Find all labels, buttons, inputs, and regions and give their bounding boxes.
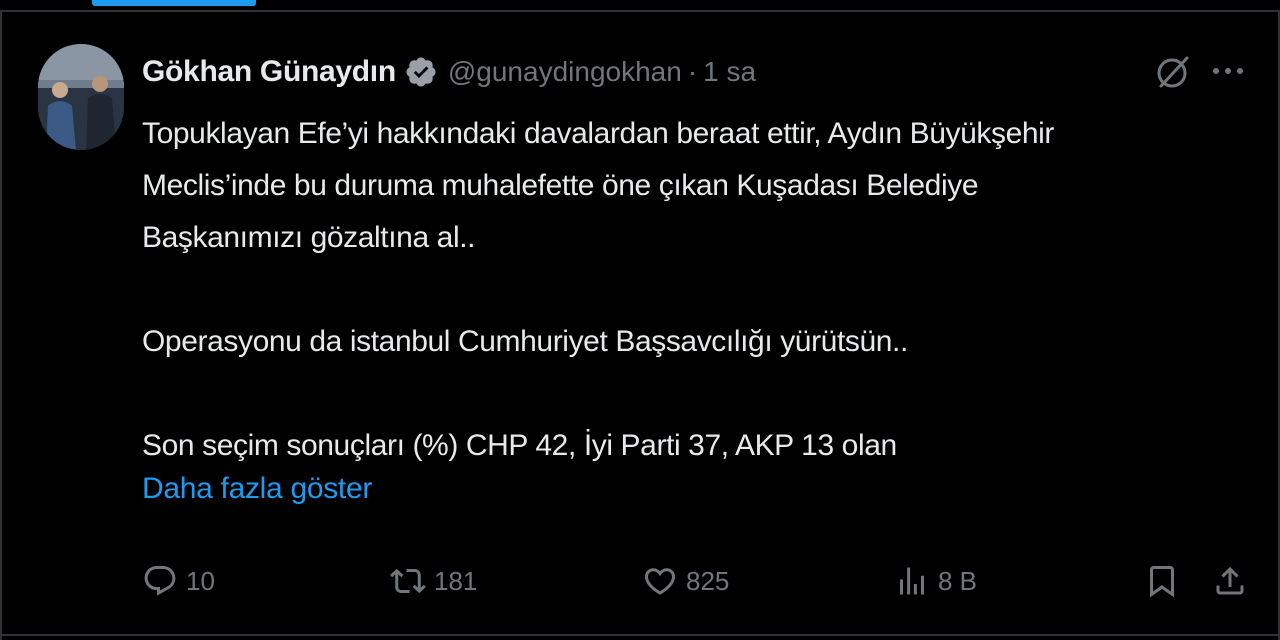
repost-button[interactable]: 181 [390, 556, 477, 606]
bookmark-icon [1150, 566, 1174, 598]
share-button[interactable] [1212, 556, 1248, 606]
active-tab-indicator [92, 0, 256, 6]
reply-count: 10 [186, 565, 215, 596]
author-name[interactable]: Gökhan Günaydın [142, 55, 396, 89]
tweet-line: Operasyonu da istanbul Cumhuriyet Başsav… [142, 325, 908, 358]
tweet-line: Son seçim sonuçları (%) CHP 42, İyi Part… [142, 429, 897, 462]
tweet-screen: Gökhan Günaydın @gunaydingokhan · 1 sa T… [0, 0, 1280, 640]
grok-icon[interactable] [1153, 52, 1193, 92]
repost-icon [390, 568, 426, 594]
tweet-line: Başkanımızı gözaltına al.. [142, 221, 476, 254]
tweet-line: Meclis’inde bu duruma muhalefette öne çı… [142, 169, 979, 202]
tweet-line: Topuklayan Efe’yi hakkındaki davalardan … [142, 117, 1055, 150]
like-button[interactable]: 825 [642, 556, 729, 606]
tweet-time[interactable]: 1 sa [703, 56, 756, 88]
show-more-link[interactable]: Daha fazla göster [142, 472, 372, 506]
views-count: 8 B [938, 565, 978, 596]
tweet-header: Gökhan Günaydın @gunaydingokhan · 1 sa [142, 50, 756, 94]
views-button[interactable]: 8 B [894, 556, 977, 606]
like-count: 825 [686, 565, 730, 596]
header-separator: · [687, 56, 698, 87]
bookmark-button[interactable] [1144, 556, 1180, 606]
avatar-photo [38, 44, 124, 150]
tweet-text: Topuklayan Efe’yi hakkındaki davalardan … [142, 108, 1222, 472]
repost-count: 181 [434, 565, 478, 596]
top-divider [0, 10, 1280, 12]
verified-badge-icon[interactable] [404, 55, 438, 89]
action-bar: 10 181 825 8 B [142, 556, 1252, 606]
views-icon [900, 567, 924, 595]
more-icon[interactable] [1210, 56, 1246, 86]
reply-button[interactable]: 10 [142, 556, 215, 606]
author-handle[interactable]: @gunaydingokhan [448, 56, 682, 88]
left-divider [0, 12, 2, 640]
bottom-divider [0, 634, 1280, 636]
reply-icon [144, 566, 176, 596]
avatar[interactable] [38, 44, 124, 150]
share-icon [1216, 566, 1244, 595]
heart-icon [644, 568, 676, 595]
